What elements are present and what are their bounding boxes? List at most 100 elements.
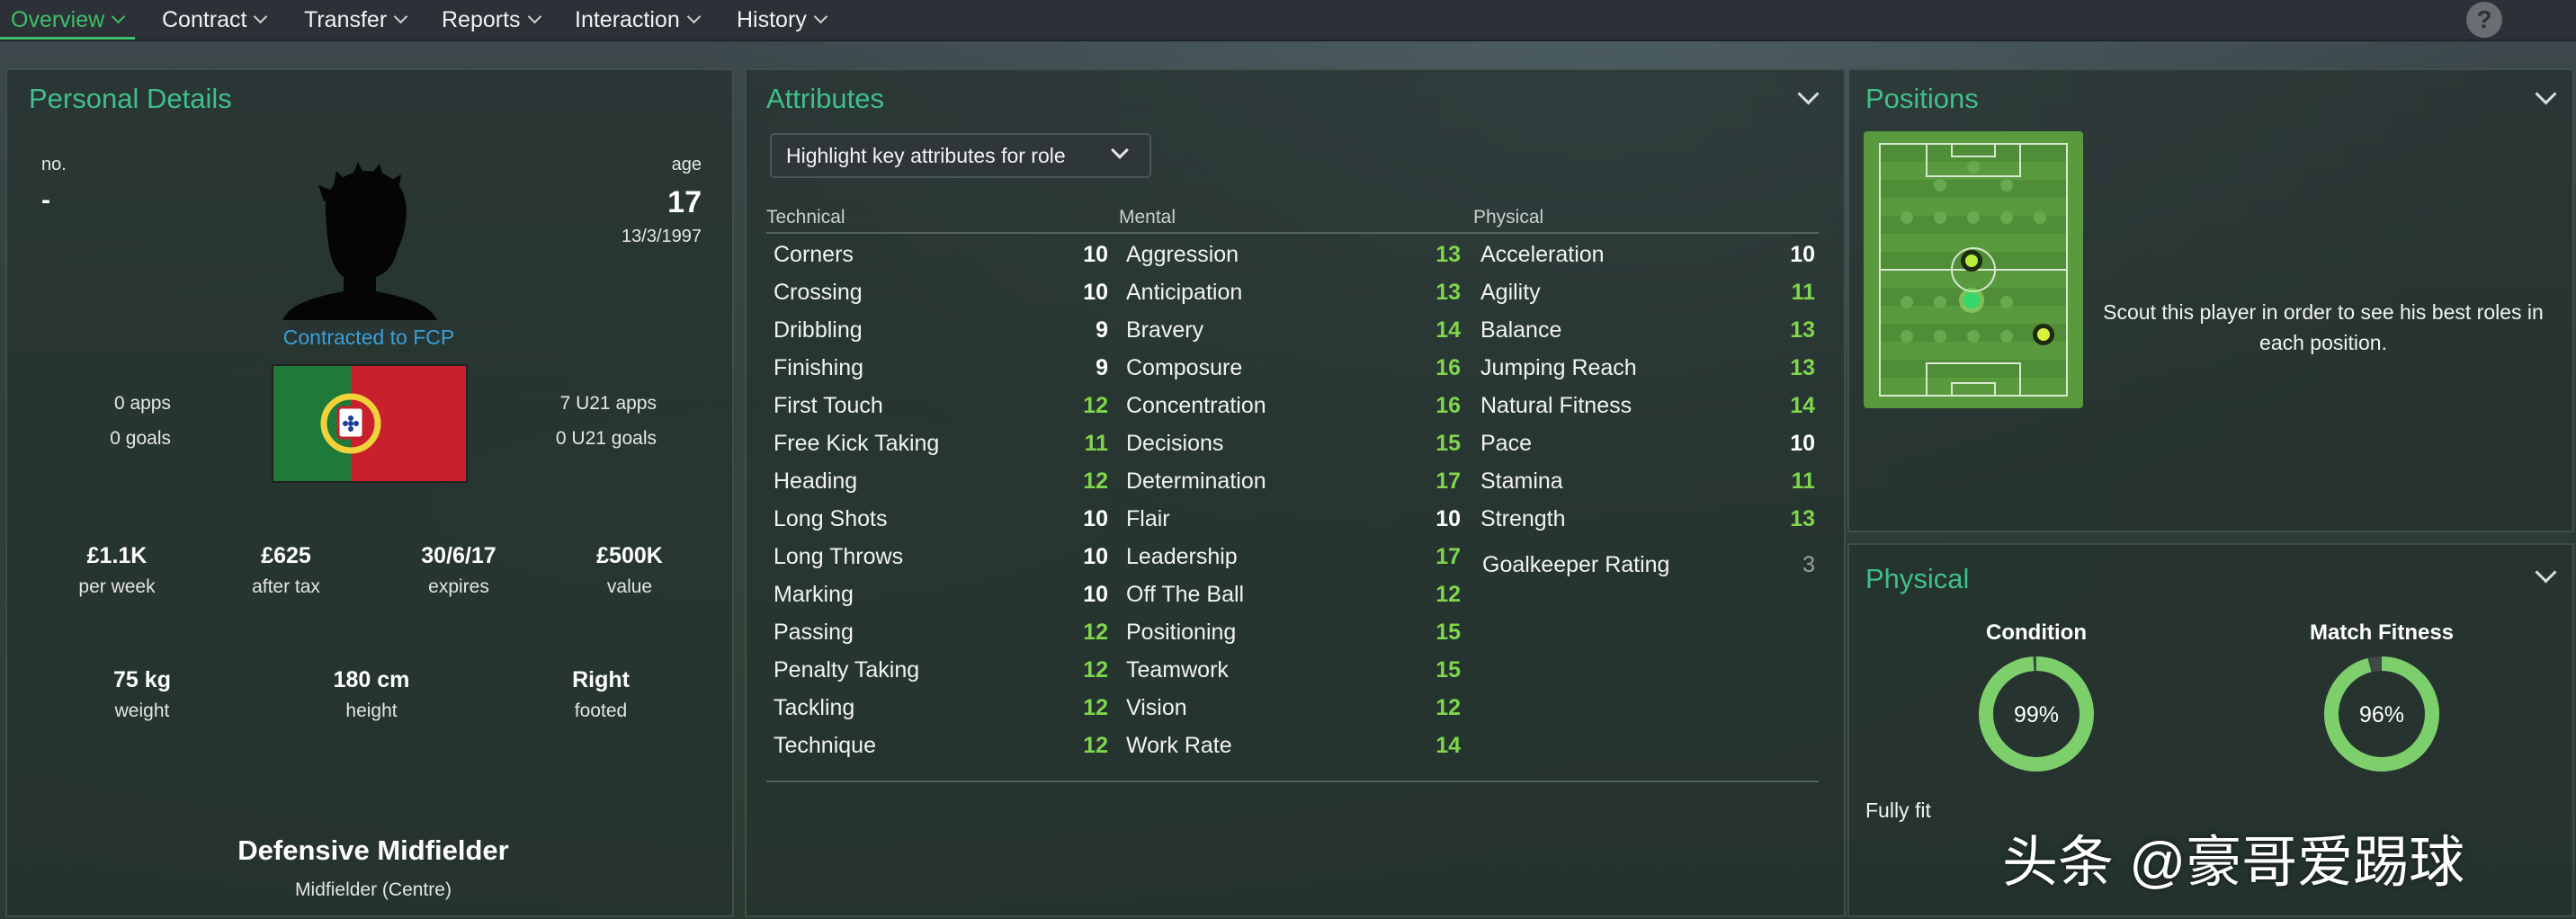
attribute-value: 9 bbox=[1096, 317, 1108, 343]
attribute-name: Long Shots bbox=[774, 506, 888, 531]
attribute-name: Bravery bbox=[1126, 317, 1204, 343]
attribute-row: Heading 12 bbox=[774, 462, 1108, 500]
technical-attributes-list: Corners 10 Crossing 10 Dribbling 9 Finishing 9 F… bbox=[774, 236, 1108, 764]
highlight-attributes-dropdown[interactable]: Highlight key attributes for role bbox=[770, 133, 1151, 178]
stat-value: 30/6/17 bbox=[421, 543, 496, 568]
attributes-header-divider bbox=[766, 232, 1819, 234]
attribute-name: Technique bbox=[774, 733, 876, 758]
attribute-row: Marking 10 bbox=[774, 575, 1108, 613]
attribute-row: Crossing 10 bbox=[774, 273, 1108, 311]
attribute-name: Agility bbox=[1480, 280, 1541, 305]
attribute-value: 13 bbox=[1436, 280, 1461, 305]
attribute-name: Determination bbox=[1126, 468, 1266, 494]
tab-label: Contract bbox=[162, 7, 247, 32]
portugal-flag-icon bbox=[272, 364, 468, 483]
dropdown-label: Highlight key attributes for role bbox=[786, 144, 1066, 167]
condition-gauge: 99% bbox=[1979, 656, 2094, 772]
match-fitness-label: Match Fitness bbox=[2309, 620, 2455, 645]
attribute-name: Penalty Taking bbox=[774, 657, 920, 683]
attribute-name: Decisions bbox=[1126, 431, 1224, 456]
stat-value: £500K bbox=[596, 543, 663, 568]
attribute-row: Determination 17 bbox=[1126, 462, 1461, 500]
match-fitness-value: 96% bbox=[2359, 702, 2404, 727]
attribute-value: 9 bbox=[1096, 355, 1108, 380]
tab-interaction[interactable]: Interaction bbox=[575, 0, 702, 40]
stat-label: height bbox=[345, 700, 398, 721]
chevron-down-icon bbox=[527, 9, 541, 24]
attribute-value: 16 bbox=[1436, 393, 1461, 418]
after-tax-stat: £625 after tax bbox=[214, 543, 358, 598]
attribute-value: 3 bbox=[1802, 552, 1815, 577]
attribute-row: Composure 16 bbox=[1126, 349, 1461, 387]
attribute-value: 13 bbox=[1790, 506, 1815, 531]
stat-label: weight bbox=[114, 700, 170, 721]
attribute-row: Stamina 11 bbox=[1480, 462, 1815, 500]
attribute-name: Jumping Reach bbox=[1480, 355, 1637, 380]
tab-reports[interactable]: Reports bbox=[442, 0, 541, 40]
chevron-down-icon bbox=[686, 9, 702, 24]
help-icon[interactable]: ? bbox=[2466, 2, 2502, 38]
value-stat: £500K value bbox=[558, 543, 702, 598]
attribute-name: Leadership bbox=[1126, 544, 1238, 569]
attribute-row: Passing 12 bbox=[774, 613, 1108, 651]
attribute-row: First Touch 12 bbox=[774, 387, 1108, 424]
attribute-name: Marking bbox=[774, 582, 854, 607]
attribute-value: 17 bbox=[1436, 468, 1461, 494]
attribute-row: Bravery 14 bbox=[1126, 311, 1461, 349]
tab-contract[interactable]: Contract bbox=[162, 0, 268, 40]
chevron-down-icon bbox=[254, 9, 268, 24]
attribute-name: Free Kick Taking bbox=[774, 431, 940, 456]
attribute-name: Acceleration bbox=[1480, 242, 1605, 267]
stat-value: 75 kg bbox=[113, 667, 171, 692]
contract-status-link[interactable]: Contracted to FCP bbox=[198, 326, 540, 350]
stat-value: £1.1K bbox=[86, 543, 148, 568]
attribute-row: Long Throws 10 bbox=[774, 538, 1108, 575]
attribute-value: 16 bbox=[1436, 355, 1461, 380]
number-label: no. bbox=[41, 155, 67, 174]
condition-value: 99% bbox=[2014, 702, 2059, 727]
attribute-row: Free Kick Taking 11 bbox=[774, 424, 1108, 462]
attribute-row: Tackling 12 bbox=[774, 689, 1108, 727]
attribute-row: Acceleration 10 bbox=[1480, 236, 1815, 273]
attribute-name: Tackling bbox=[774, 695, 855, 720]
attribute-value: 11 bbox=[1791, 468, 1815, 494]
attribute-name: Balance bbox=[1480, 317, 1562, 343]
attribute-row: Finishing 9 bbox=[774, 349, 1108, 387]
attribute-value: 10 bbox=[1083, 242, 1108, 267]
tab-history[interactable]: History bbox=[737, 0, 828, 40]
attribute-row: Technique 12 bbox=[774, 727, 1108, 764]
match-fitness-gauge: 96% bbox=[2324, 656, 2439, 772]
tab-label: Overview bbox=[11, 7, 105, 32]
attribute-value: 11 bbox=[1084, 431, 1108, 456]
attribute-row: Work Rate 14 bbox=[1126, 727, 1461, 764]
watermark: 头条 @豪哥爱踢球 bbox=[2002, 832, 2465, 894]
attribute-name: Positioning bbox=[1126, 620, 1237, 645]
u21-goals-count: 0 U21 goals bbox=[555, 428, 657, 449]
attribute-value: 12 bbox=[1436, 582, 1461, 607]
tab-overview[interactable]: Overview bbox=[11, 0, 126, 40]
attribute-row: Off The Ball 12 bbox=[1126, 575, 1461, 613]
attribute-value: 12 bbox=[1083, 733, 1108, 758]
attribute-value: 13 bbox=[1790, 355, 1815, 380]
attribute-value: 10 bbox=[1083, 506, 1108, 531]
tab-transfer[interactable]: Transfer bbox=[304, 0, 408, 40]
attribute-name: Flair bbox=[1126, 506, 1170, 531]
goalkeeper-rating-row: Goalkeeper Rating 3 bbox=[1482, 546, 1815, 584]
stat-value: 180 cm bbox=[333, 667, 410, 692]
fitness-status-text: Fully fit bbox=[1865, 799, 1931, 822]
attribute-name: Concentration bbox=[1126, 393, 1266, 418]
attribute-name: Composure bbox=[1126, 355, 1243, 380]
attribute-name: First Touch bbox=[774, 393, 883, 418]
attribute-name: Vision bbox=[1126, 695, 1187, 720]
attribute-row: Agility 11 bbox=[1480, 273, 1815, 311]
attribute-value: 12 bbox=[1083, 393, 1108, 418]
tab-label: History bbox=[737, 7, 807, 32]
attribute-name: Crossing bbox=[774, 280, 863, 305]
age-label: age bbox=[671, 155, 702, 174]
weight-stat: 75 kg weight bbox=[70, 667, 214, 722]
attribute-value: 12 bbox=[1083, 620, 1108, 645]
attribute-row: Natural Fitness 14 bbox=[1480, 387, 1815, 424]
attribute-value: 10 bbox=[1083, 582, 1108, 607]
scout-message: Scout this player in order to see his be… bbox=[2103, 300, 2544, 354]
stat-value: £625 bbox=[261, 543, 311, 568]
